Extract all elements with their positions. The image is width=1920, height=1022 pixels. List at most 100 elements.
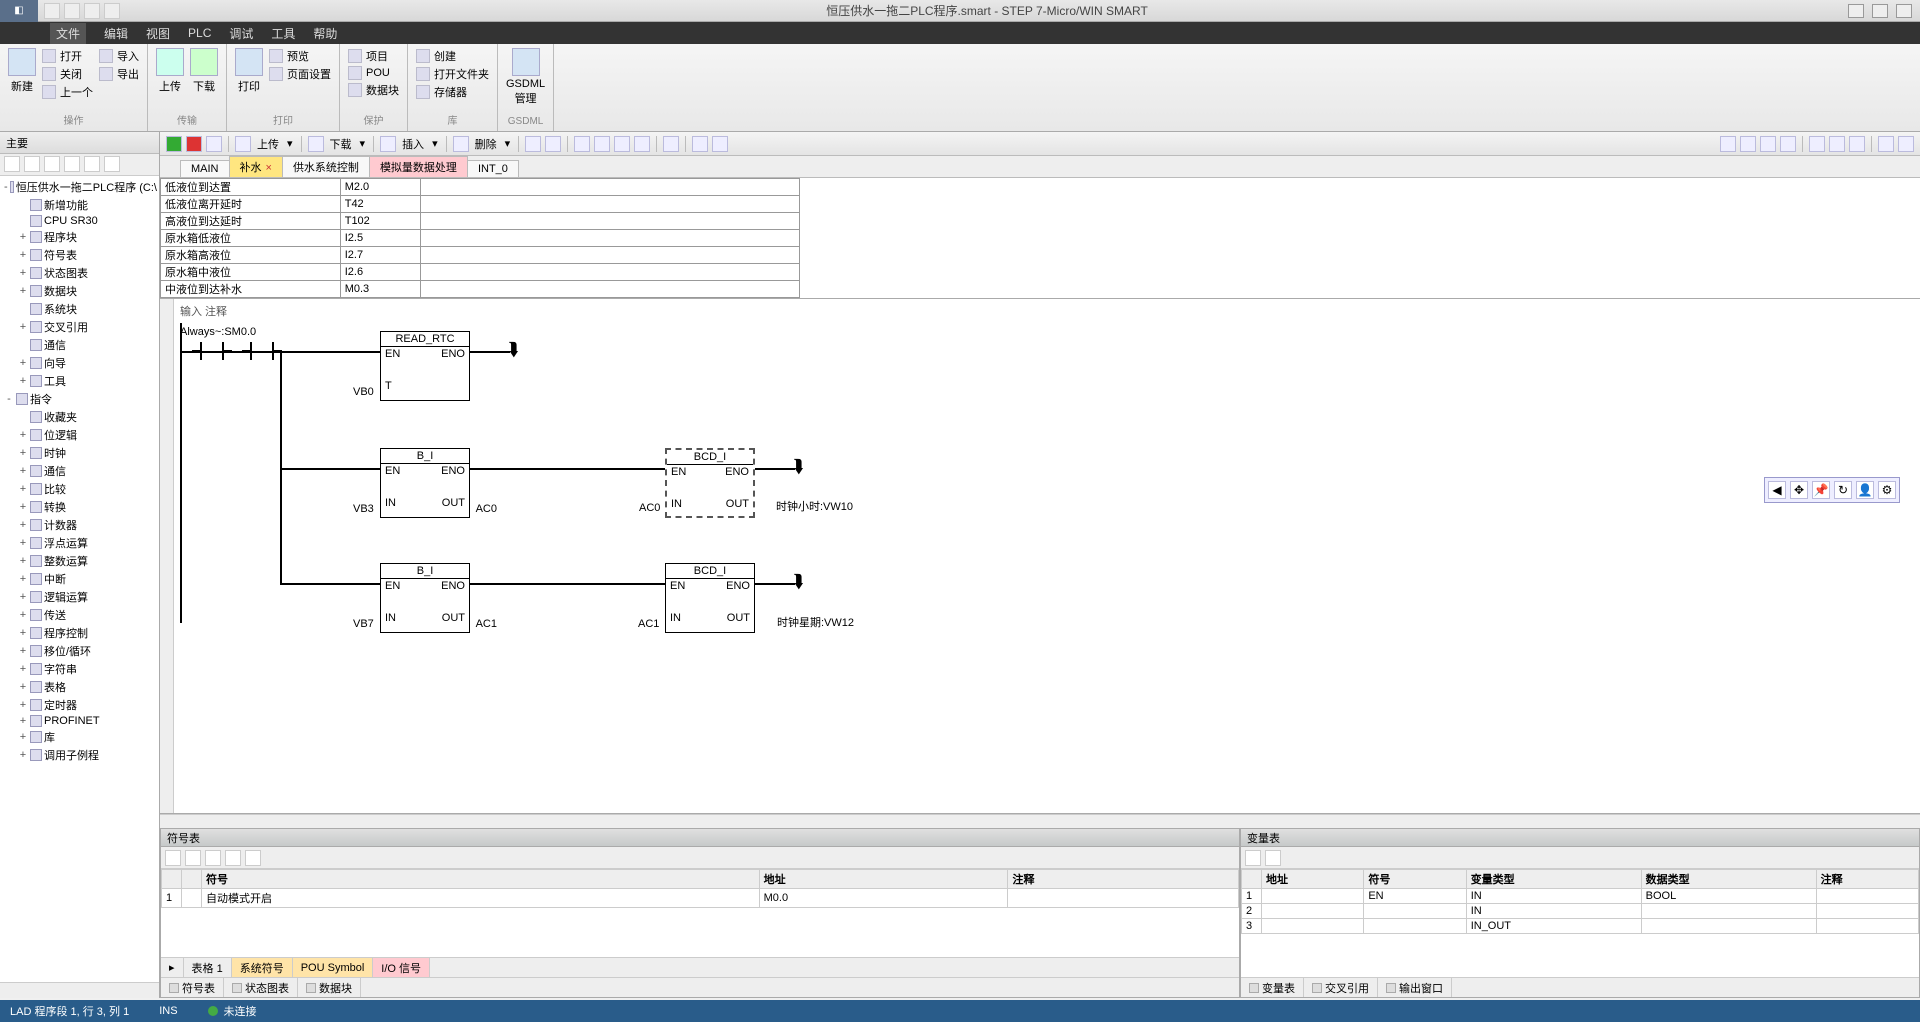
- nav-tool-icon[interactable]: [44, 156, 60, 172]
- tree-item[interactable]: +调用子例程: [2, 746, 157, 764]
- nav-tool-icon[interactable]: [4, 156, 20, 172]
- expander-icon[interactable]: +: [18, 537, 28, 549]
- tree-item[interactable]: +程序块: [2, 228, 157, 246]
- export-button[interactable]: 导出: [99, 66, 139, 82]
- tb-icon[interactable]: [712, 136, 728, 152]
- vtab-var[interactable]: 变量表: [1241, 978, 1304, 997]
- ft-user-icon[interactable]: 👤: [1856, 481, 1874, 499]
- st-icon[interactable]: [185, 850, 201, 866]
- maximize-button[interactable]: [1872, 4, 1888, 18]
- var-name[interactable]: 中液位到达补水: [161, 281, 341, 298]
- expander-icon[interactable]: +: [18, 267, 28, 279]
- qat-save-icon[interactable]: [84, 3, 100, 19]
- tree-item[interactable]: 通信: [2, 336, 157, 354]
- ptab-pou[interactable]: POU Symbol: [293, 958, 374, 977]
- nav-tool-icon[interactable]: [104, 156, 120, 172]
- ft-back-icon[interactable]: ◀: [1768, 481, 1786, 499]
- vt-cmt[interactable]: [1816, 889, 1918, 904]
- tree-item[interactable]: +位逻辑: [2, 426, 157, 444]
- expander-icon[interactable]: +: [18, 321, 28, 333]
- download-button[interactable]: 下载: [190, 48, 218, 94]
- editor-tab[interactable]: MAIN: [180, 160, 230, 177]
- tree-item[interactable]: +浮点运算: [2, 534, 157, 552]
- nav-tool-icon[interactable]: [84, 156, 100, 172]
- tree-item[interactable]: +字符串: [2, 660, 157, 678]
- page-setup-button[interactable]: 页面设置: [269, 66, 331, 82]
- tree-item[interactable]: +数据块: [2, 282, 157, 300]
- expander-icon[interactable]: +: [18, 483, 28, 495]
- vt-addr[interactable]: [1262, 919, 1364, 934]
- tree-item[interactable]: +表格: [2, 678, 157, 696]
- tb-icon[interactable]: [308, 136, 324, 152]
- expander-icon[interactable]: +: [18, 249, 28, 261]
- var-name[interactable]: 低液位离开延时: [161, 196, 341, 213]
- expander-icon[interactable]: [18, 199, 28, 211]
- spin-nav[interactable]: ▸: [161, 958, 184, 977]
- tb-icon[interactable]: [380, 136, 396, 152]
- vt-dtype[interactable]: [1641, 904, 1816, 919]
- expander-icon[interactable]: +: [18, 501, 28, 513]
- var-cmt[interactable]: [420, 281, 799, 298]
- tb-icon[interactable]: [1878, 136, 1894, 152]
- expander-icon[interactable]: +: [18, 285, 28, 297]
- menu-plc[interactable]: PLC: [188, 26, 211, 40]
- btab-sym[interactable]: 符号表: [161, 978, 224, 997]
- expander-icon[interactable]: +: [18, 699, 28, 711]
- vtab-output[interactable]: 输出窗口: [1378, 978, 1452, 997]
- openlib-button[interactable]: 打开文件夹: [416, 66, 489, 82]
- tb-icon[interactable]: [235, 136, 251, 152]
- sym-body[interactable]: 符号 地址 注释 1 自动模式开启 M0.0: [161, 869, 1239, 957]
- var-cmt[interactable]: [420, 213, 799, 230]
- tb-icon[interactable]: [1809, 136, 1825, 152]
- expander-icon[interactable]: +: [18, 357, 28, 369]
- menu-tools[interactable]: 工具: [271, 25, 295, 42]
- vt-cmt[interactable]: [1816, 904, 1918, 919]
- ptab-io[interactable]: I/O 信号: [373, 958, 430, 977]
- expander-icon[interactable]: +: [18, 447, 28, 459]
- editor-tab[interactable]: 补水×: [229, 156, 283, 177]
- tree-item[interactable]: +转换: [2, 498, 157, 516]
- tb-icon[interactable]: [594, 136, 610, 152]
- tree-item[interactable]: +定时器: [2, 696, 157, 714]
- tree-item[interactable]: -恒压供水一拖二PLC程序 (C:\: [2, 178, 157, 196]
- vt-cmt[interactable]: [1816, 919, 1918, 934]
- tb-icon[interactable]: [614, 136, 630, 152]
- fb-bi-1[interactable]: B_I ENENO INOUT VB3 AC0: [380, 448, 470, 518]
- expander-icon[interactable]: +: [18, 627, 28, 639]
- tb-icon[interactable]: [692, 136, 708, 152]
- tree-item[interactable]: +中断: [2, 570, 157, 588]
- tree-item[interactable]: +逻辑运算: [2, 588, 157, 606]
- create-button[interactable]: 创建: [416, 48, 489, 64]
- expander-icon[interactable]: +: [18, 591, 28, 603]
- var-name[interactable]: 低液位到达置: [161, 179, 341, 196]
- pou-button[interactable]: POU: [348, 66, 399, 80]
- prev-button[interactable]: 上一个: [42, 84, 93, 100]
- tb-icon[interactable]: [453, 136, 469, 152]
- qat-new-icon[interactable]: [44, 3, 60, 19]
- expander-icon[interactable]: +: [18, 645, 28, 657]
- vt-sym[interactable]: [1364, 904, 1466, 919]
- expander-icon[interactable]: +: [18, 231, 28, 243]
- var-name[interactable]: 原水箱低液位: [161, 230, 341, 247]
- vt-sym[interactable]: [1364, 919, 1466, 934]
- memory-button[interactable]: 存储器: [416, 84, 489, 100]
- menu-view[interactable]: 视图: [146, 25, 170, 42]
- tree-item[interactable]: 系统块: [2, 300, 157, 318]
- tree-item[interactable]: +符号表: [2, 246, 157, 264]
- tb-icon[interactable]: [545, 136, 561, 152]
- tree-item[interactable]: +程序控制: [2, 624, 157, 642]
- var-addr[interactable]: M0.3: [340, 281, 420, 298]
- preview-button[interactable]: 预览: [269, 48, 331, 64]
- var-cmt[interactable]: [420, 247, 799, 264]
- expander-icon[interactable]: +: [18, 663, 28, 675]
- expander-icon[interactable]: +: [18, 555, 28, 567]
- editor-tab[interactable]: 供水系统控制: [282, 156, 370, 177]
- vt-body[interactable]: 地址 符号 变量类型 数据类型 注释 1ENINBOOL2IN3IN_OUT: [1241, 869, 1919, 977]
- btab-data[interactable]: 数据块: [298, 978, 361, 997]
- fb-bcdi-1[interactable]: BCD_I ENENO INOUT AC0 时钟小时:VW10: [665, 448, 755, 518]
- menu-debug[interactable]: 调试: [229, 25, 253, 42]
- tb-icon[interactable]: [634, 136, 650, 152]
- qat-print-icon[interactable]: [104, 3, 120, 19]
- tb-icon[interactable]: [1780, 136, 1796, 152]
- editor-tab[interactable]: 模拟量数据处理: [369, 156, 468, 177]
